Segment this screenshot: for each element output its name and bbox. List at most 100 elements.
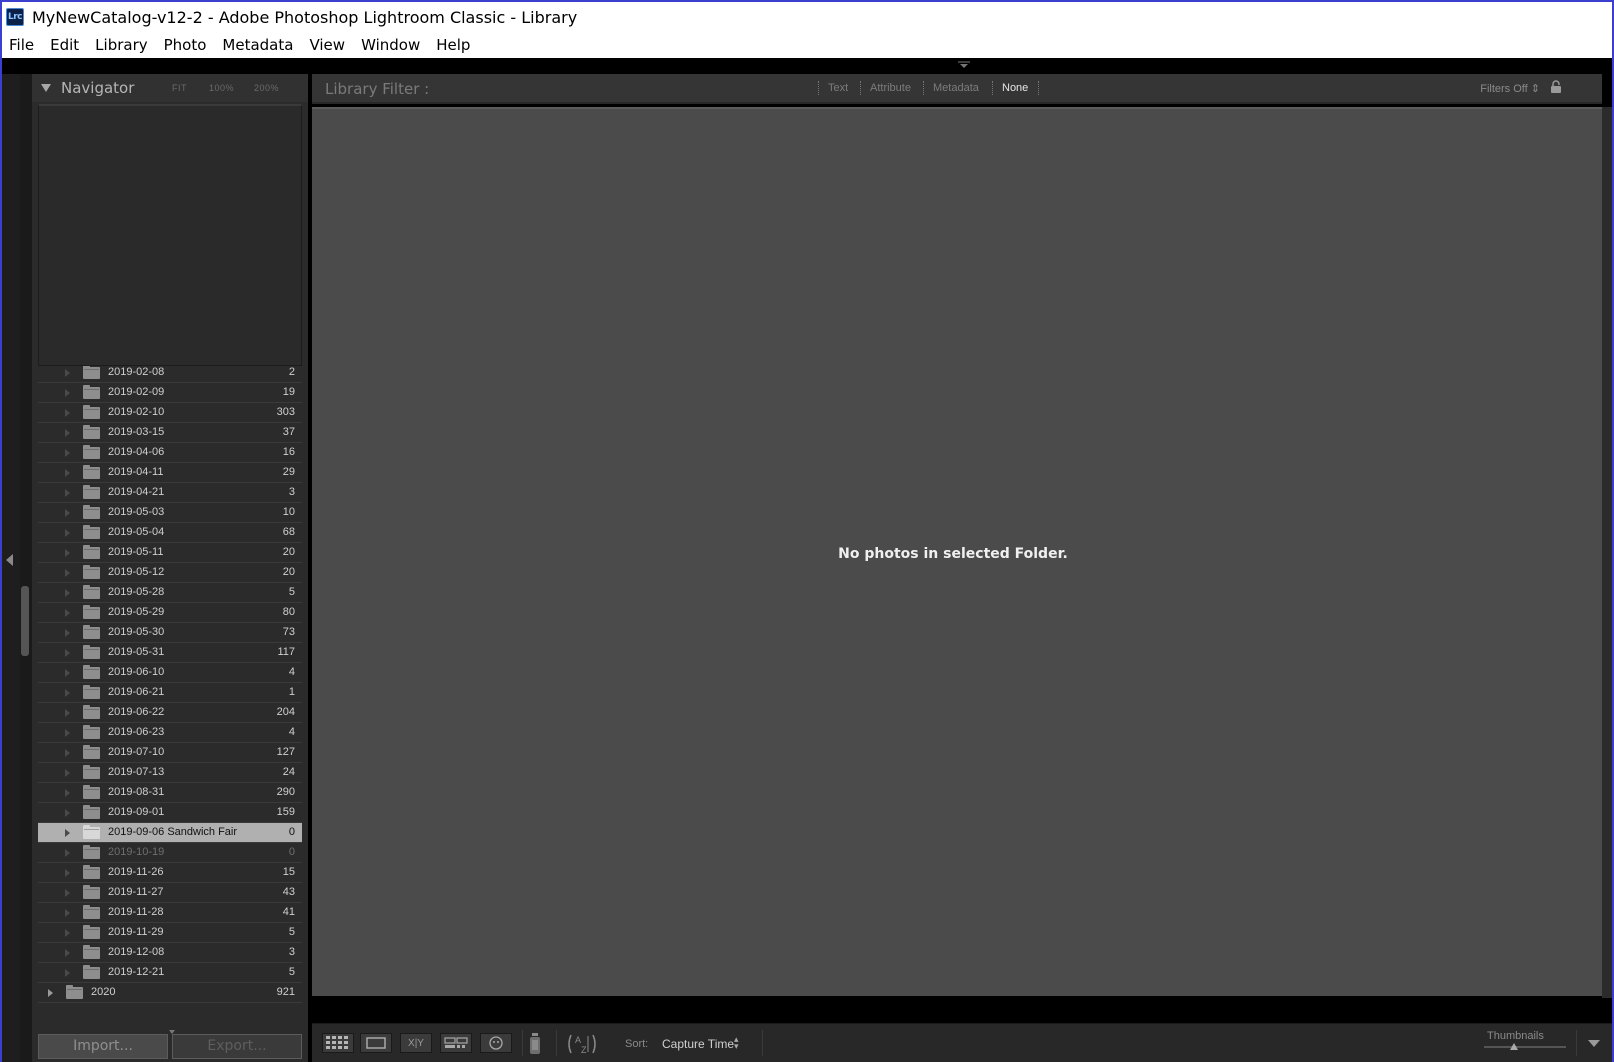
folder-row[interactable]: 2019-07-10 127 bbox=[38, 743, 302, 763]
navigator-preview[interactable] bbox=[38, 104, 302, 366]
sort-dropdown-arrows-icon[interactable]: ▴ ▾ bbox=[734, 1035, 739, 1051]
expand-folder-icon[interactable] bbox=[65, 909, 70, 917]
navigator-collapse-icon[interactable] bbox=[41, 84, 51, 92]
folder-row[interactable]: 2019-12-21 5 bbox=[38, 963, 302, 983]
expand-folder-icon[interactable] bbox=[65, 429, 70, 437]
expand-folder-icon[interactable] bbox=[65, 609, 70, 617]
expand-folder-icon[interactable] bbox=[48, 989, 53, 997]
expand-folder-icon[interactable] bbox=[65, 749, 70, 757]
filter-tab-text[interactable]: Text bbox=[828, 82, 848, 94]
folder-row-year[interactable]: 2020 921 bbox=[38, 983, 302, 1003]
expand-folder-icon[interactable] bbox=[65, 489, 70, 497]
thumbnail-slider-knob[interactable] bbox=[1510, 1043, 1518, 1050]
expand-folder-icon[interactable] bbox=[65, 949, 70, 957]
expand-folder-icon[interactable] bbox=[65, 549, 70, 557]
export-button[interactable]: Export... bbox=[172, 1034, 302, 1059]
folder-row[interactable]: 2019-10-19 0 bbox=[38, 843, 302, 863]
expand-folder-icon[interactable] bbox=[65, 589, 70, 597]
folder-row[interactable]: 2019-05-29 80 bbox=[38, 603, 302, 623]
folder-row[interactable]: 2019-05-03 10 bbox=[38, 503, 302, 523]
folder-row[interactable]: 2019-11-28 41 bbox=[38, 903, 302, 923]
folder-row[interactable]: 2019-08-31 290 bbox=[38, 783, 302, 803]
folder-row[interactable]: 2019-02-09 19 bbox=[38, 383, 302, 403]
folder-row[interactable]: 2019-06-10 4 bbox=[38, 663, 302, 683]
expand-folder-icon[interactable] bbox=[65, 889, 70, 897]
expand-folder-icon[interactable] bbox=[65, 649, 70, 657]
thumbnail-size-slider[interactable] bbox=[1484, 1046, 1566, 1048]
left-panel-edge[interactable] bbox=[2, 74, 20, 1062]
expand-folder-icon[interactable] bbox=[65, 929, 70, 937]
expand-folder-icon[interactable] bbox=[65, 369, 70, 377]
sort-direction-icon[interactable]: A Z bbox=[566, 1032, 598, 1056]
sort-criteria-dropdown[interactable]: Capture Time bbox=[662, 1037, 734, 1051]
expand-folder-icon[interactable] bbox=[65, 529, 70, 537]
filter-tab-metadata[interactable]: Metadata bbox=[933, 82, 979, 94]
expand-folder-icon[interactable] bbox=[65, 809, 70, 817]
folder-row[interactable]: 2019-05-31 117 bbox=[38, 643, 302, 663]
import-button[interactable]: Import... bbox=[38, 1034, 168, 1059]
expand-folder-icon[interactable] bbox=[65, 569, 70, 577]
navigator-zoom-fit[interactable]: FIT bbox=[172, 83, 187, 93]
expand-folder-icon[interactable] bbox=[65, 449, 70, 457]
left-panel-scroll-thumb[interactable] bbox=[21, 586, 29, 656]
folder-row[interactable]: 2019-11-27 43 bbox=[38, 883, 302, 903]
navigator-header[interactable]: Navigator FIT 100% 200% bbox=[32, 74, 308, 102]
loupe-view-icon[interactable] bbox=[360, 1033, 392, 1053]
folder-row[interactable]: 2019-04-06 16 bbox=[38, 443, 302, 463]
folder-row[interactable]: 2019-03-15 37 bbox=[38, 423, 302, 443]
filter-tab-attribute[interactable]: Attribute bbox=[870, 82, 911, 94]
left-panel-scrollbar[interactable] bbox=[20, 74, 32, 1062]
menu-metadata[interactable]: Metadata bbox=[222, 36, 293, 54]
menu-view[interactable]: View bbox=[309, 36, 345, 54]
folder-row[interactable]: 2019-04-21 3 bbox=[38, 483, 302, 503]
folder-row[interactable]: 2019-11-29 5 bbox=[38, 923, 302, 943]
top-panel-toggle-icon[interactable] bbox=[957, 61, 971, 69]
expand-folder-icon[interactable] bbox=[65, 789, 70, 797]
survey-view-icon[interactable] bbox=[440, 1033, 472, 1053]
lightroom-app-icon[interactable]: Lrc bbox=[6, 8, 24, 26]
folder-row[interactable]: 2019-07-13 24 bbox=[38, 763, 302, 783]
menu-photo[interactable]: Photo bbox=[164, 36, 207, 54]
folder-row[interactable]: 2019-12-08 3 bbox=[38, 943, 302, 963]
grid-view-icon[interactable] bbox=[322, 1033, 354, 1053]
expand-folder-icon[interactable] bbox=[65, 669, 70, 677]
expand-folder-icon[interactable] bbox=[65, 869, 70, 877]
compare-view-icon[interactable]: X|Y bbox=[400, 1033, 432, 1053]
toolbar-content-menu-icon[interactable] bbox=[1588, 1040, 1600, 1047]
expand-folder-icon[interactable] bbox=[65, 969, 70, 977]
folder-row[interactable]: 2019-02-08 2 bbox=[38, 366, 302, 383]
folder-row[interactable]: 2019-02-10 303 bbox=[38, 403, 302, 423]
menu-window[interactable]: Window bbox=[361, 36, 420, 54]
filter-tab-none[interactable]: None bbox=[1002, 82, 1028, 94]
filter-lock-icon[interactable] bbox=[1550, 80, 1562, 94]
folder-row[interactable]: 2019-06-23 4 bbox=[38, 723, 302, 743]
grid-scrollbar[interactable] bbox=[1602, 107, 1612, 998]
expand-folder-icon[interactable] bbox=[65, 629, 70, 637]
folder-row[interactable]: 2019-06-21 1 bbox=[38, 683, 302, 703]
folder-row[interactable]: 2019-05-30 73 bbox=[38, 623, 302, 643]
navigator-zoom-200[interactable]: 200% bbox=[254, 83, 279, 93]
filters-off-dropdown[interactable]: Filters Off ⇕ bbox=[1480, 82, 1540, 95]
menu-edit[interactable]: Edit bbox=[50, 36, 79, 54]
expand-folder-icon[interactable] bbox=[65, 469, 70, 477]
folder-row[interactable]: 2019-09-06 Sandwich Fair 0 bbox=[38, 823, 302, 843]
folder-row[interactable]: 2019-11-26 15 bbox=[38, 863, 302, 883]
navigator-zoom-100[interactable]: 100% bbox=[209, 83, 234, 93]
expand-folder-icon[interactable] bbox=[65, 409, 70, 417]
folder-row[interactable]: 2019-06-22 204 bbox=[38, 703, 302, 723]
expand-folder-icon[interactable] bbox=[65, 509, 70, 517]
folder-row[interactable]: 2019-09-01 159 bbox=[38, 803, 302, 823]
expand-folder-icon[interactable] bbox=[65, 729, 70, 737]
menu-file[interactable]: File bbox=[9, 36, 34, 54]
folder-row[interactable]: 2019-05-11 20 bbox=[38, 543, 302, 563]
menu-help[interactable]: Help bbox=[436, 36, 470, 54]
expand-folder-icon[interactable] bbox=[65, 829, 70, 837]
folder-row[interactable]: 2019-05-28 5 bbox=[38, 583, 302, 603]
menu-library[interactable]: Library bbox=[95, 36, 147, 54]
grid-view-area[interactable]: No photos in selected Folder. bbox=[312, 107, 1602, 996]
expand-folder-icon[interactable] bbox=[65, 849, 70, 857]
expand-folder-icon[interactable] bbox=[65, 769, 70, 777]
folder-row[interactable]: 2019-04-11 29 bbox=[38, 463, 302, 483]
painter-spray-can-icon[interactable] bbox=[528, 1032, 542, 1056]
expand-folder-icon[interactable] bbox=[65, 689, 70, 697]
